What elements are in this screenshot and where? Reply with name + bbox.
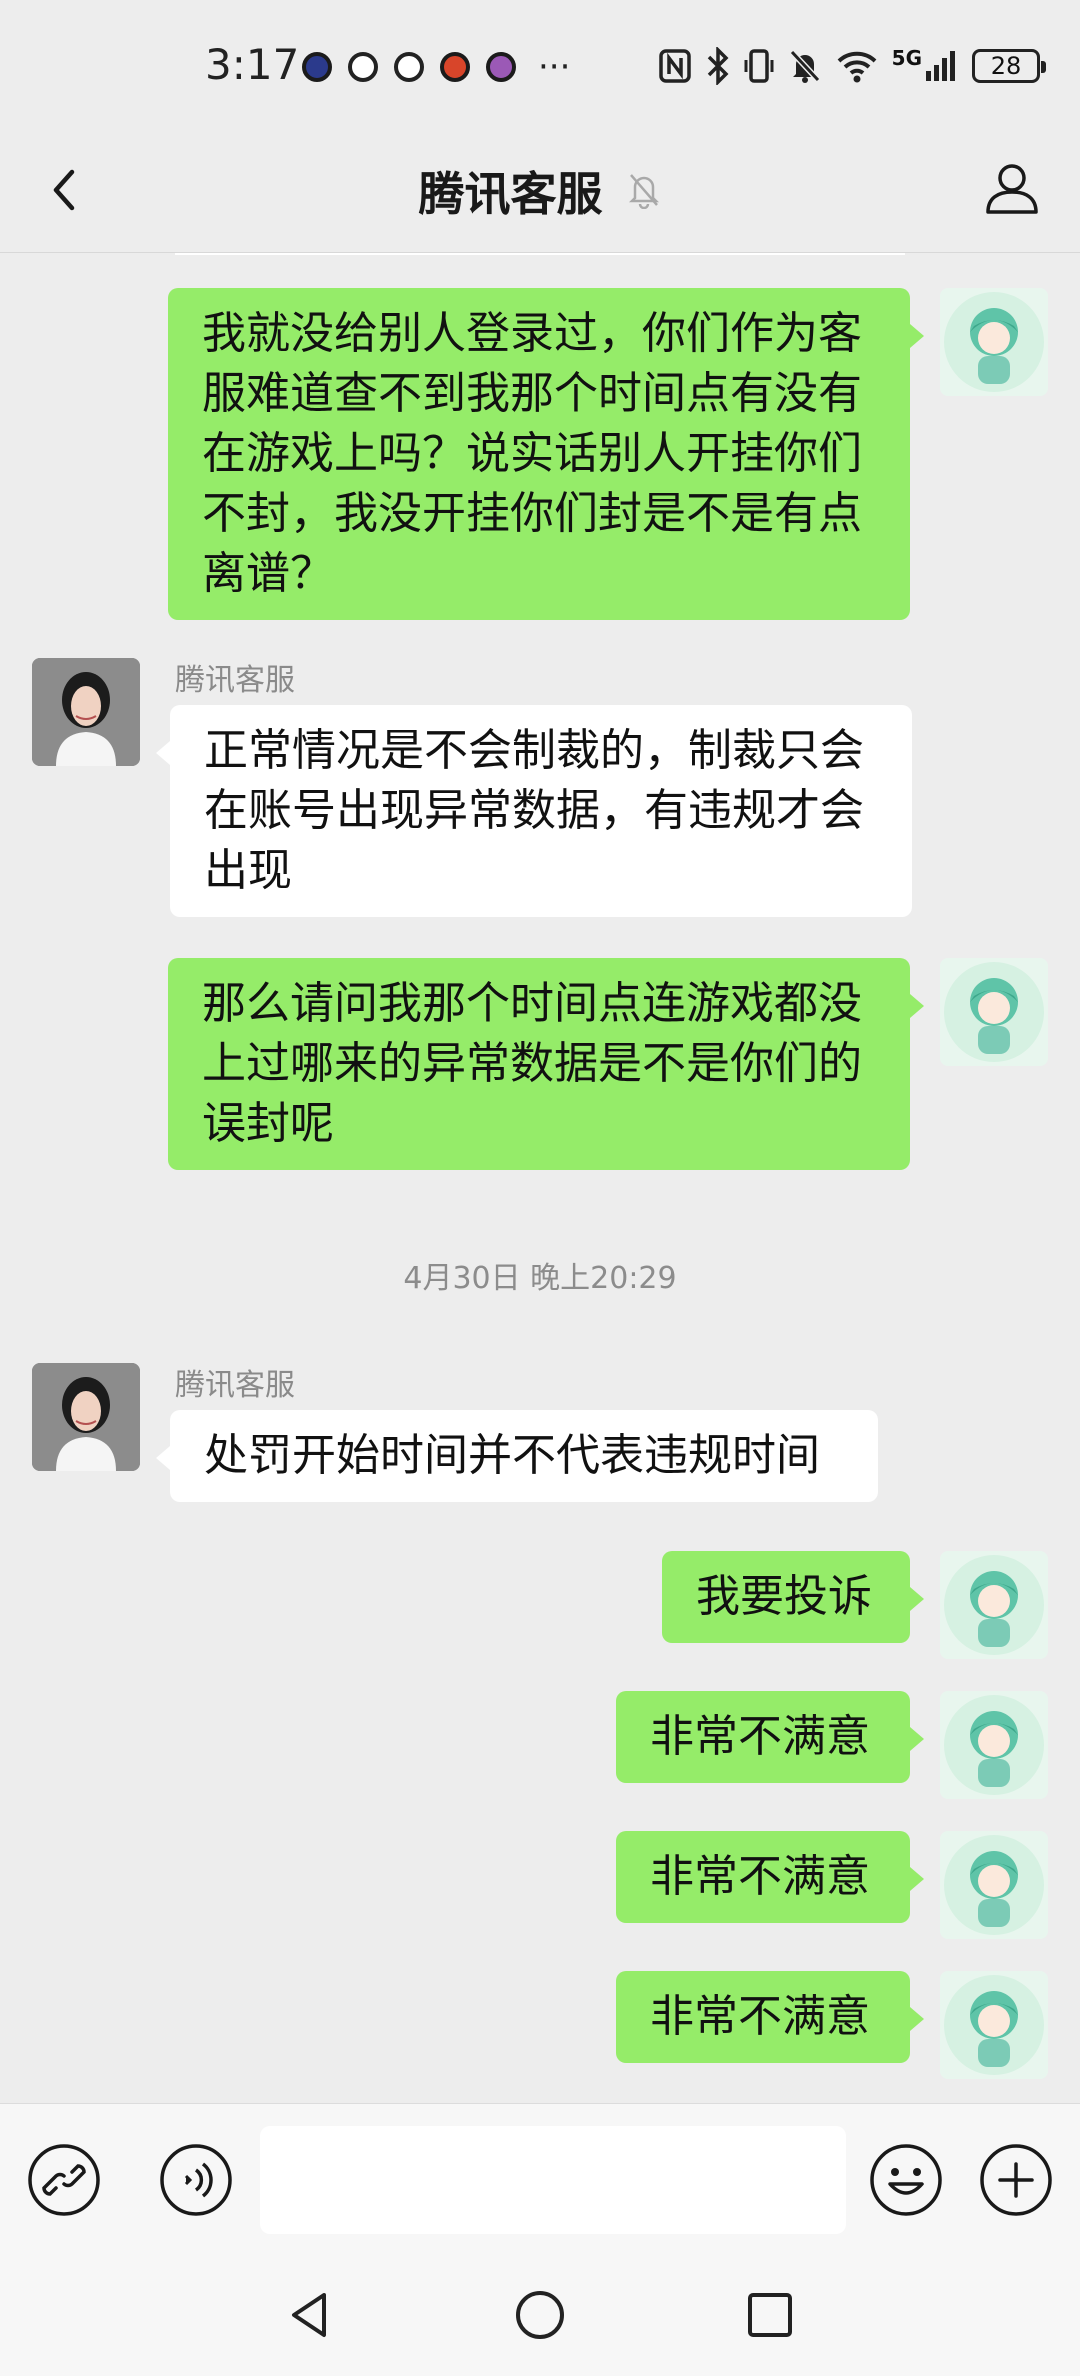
support-agent-avatar[interactable] <box>32 658 140 766</box>
app-icon <box>348 52 378 82</box>
support-message-bubble[interactable]: 处罚开始时间并不代表违规时间 <box>156 1410 878 1502</box>
nav-back-icon[interactable] <box>280 2285 340 2345</box>
my-message-bubble[interactable]: 非常不满意 <box>616 1831 924 1923</box>
my-avatar[interactable] <box>940 1831 1048 1939</box>
sender-name: 腾讯客服 <box>175 663 295 698</box>
my-avatar[interactable] <box>940 1971 1048 2079</box>
previous-bubble-edge <box>175 253 905 255</box>
support-message-bubble[interactable]: 正常情况是不会制裁的，制裁只会在账号出现异常数据，有违规才会出现 <box>156 705 912 917</box>
bluetooth-icon <box>706 46 730 86</box>
support-agent-avatar[interactable] <box>32 1363 140 1471</box>
my-avatar[interactable] <box>940 1551 1048 1659</box>
my-message-bubble[interactable]: 非常不满意 <box>616 1691 924 1783</box>
status-bar: 3:17 ··· 5G 28 <box>0 0 1080 130</box>
game-app-icon <box>302 52 332 82</box>
nav-recents-icon[interactable] <box>740 2285 800 2345</box>
my-message-bubble[interactable]: 我要投诉 <box>662 1551 924 1643</box>
wifi-icon <box>836 46 878 86</box>
chat-title: 腾讯客服 <box>418 167 603 221</box>
status-time: 3:17 <box>205 40 300 89</box>
app-icon <box>394 52 424 82</box>
sender-name: 腾讯客服 <box>175 1368 295 1403</box>
nav-home-icon[interactable] <box>510 2285 570 2345</box>
app-icon <box>440 52 470 82</box>
signal-icon: 5G <box>892 46 958 86</box>
my-message-bubble[interactable]: 那么请问我那个时间点连游戏都没上过哪来的异常数据是不是你们的误封呢 <box>168 958 924 1170</box>
message-list[interactable]: 我就没给别人登录过，你们作为客服难道查不到我那个时间点有没有在游戏上吗？说实话别… <box>0 253 1080 2103</box>
mute-bell-icon <box>626 169 662 213</box>
battery-level: 28 <box>990 52 1022 80</box>
message-input[interactable] <box>260 2126 846 2234</box>
nfc-icon <box>658 46 692 86</box>
notification-icons: ··· <box>302 47 571 87</box>
network-type: 5G <box>891 46 922 70</box>
app-icon <box>486 52 516 82</box>
plus-icon[interactable] <box>978 2142 1054 2218</box>
battery-icon: 28 <box>972 49 1046 83</box>
my-message-bubble[interactable]: 非常不满意 <box>616 1971 924 2063</box>
voice-icon[interactable] <box>158 2142 234 2218</box>
my-avatar[interactable] <box>940 1691 1048 1799</box>
my-message-bubble[interactable]: 我就没给别人登录过，你们作为客服难道查不到我那个时间点有没有在游戏上吗？说实话别… <box>168 288 924 620</box>
emoji-icon[interactable] <box>868 2142 944 2218</box>
chat-header: 腾讯客服 <box>0 130 1080 253</box>
system-icons: 5G 28 <box>658 46 1046 86</box>
title-container: 腾讯客服 <box>0 158 1080 224</box>
my-avatar[interactable] <box>940 288 1048 396</box>
vibrate-icon <box>744 46 774 86</box>
system-navigation-bar <box>0 2255 1080 2376</box>
mute-icon <box>788 46 822 86</box>
more-notifications: ··· <box>538 47 571 87</box>
my-avatar[interactable] <box>940 958 1048 1066</box>
profile-icon[interactable] <box>980 156 1044 220</box>
input-bar <box>0 2103 1080 2256</box>
chat-timestamp: 4月30日 晚上20:29 <box>403 1261 677 1296</box>
link-icon[interactable] <box>26 2142 102 2218</box>
